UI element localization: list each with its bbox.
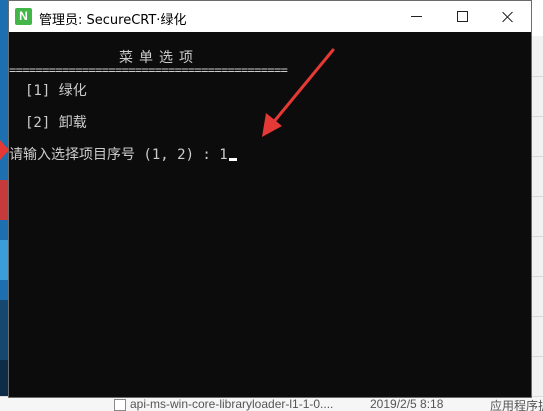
minimize-icon: [410, 16, 422, 17]
close-icon: [502, 11, 514, 23]
menu-option-uninstall: [2] 卸载: [25, 115, 87, 131]
minimize-button[interactable]: [393, 1, 439, 32]
input-prompt-line[interactable]: 请输入选择项目序号 (1, 2) : 1: [9, 144, 237, 164]
maximize-icon: [456, 11, 468, 22]
securecrt-console-window[interactable]: N 管理员: SecureCRT·绿化 菜单选项 ===============…: [8, 0, 532, 398]
desktop-icon-fragment: [0, 180, 8, 220]
desktop-icon-fragment: [0, 300, 8, 360]
menu-separator: ========================================…: [9, 63, 288, 77]
desktop-background-left: [0, 0, 8, 410]
desktop-icon-fragment: [0, 360, 8, 396]
file-type: 应用程序扩: [490, 399, 543, 411]
app-icon: N: [15, 8, 32, 25]
prompt-text: 请输入选择项目序号 (1, 2) :: [9, 147, 220, 163]
maximize-button[interactable]: [439, 1, 485, 32]
text-cursor: [228, 158, 237, 161]
window-title: 管理员: SecureCRT·绿化: [39, 13, 187, 28]
title-bar[interactable]: N 管理员: SecureCRT·绿化: [9, 1, 531, 32]
explorer-file-row[interactable]: api-ms-win-core-libraryloader-l1-1-0....…: [0, 396, 543, 411]
file-date: 2019/2/5 8:18: [370, 397, 444, 411]
file-icon: [114, 399, 126, 411]
close-button[interactable]: [485, 1, 531, 32]
console-area[interactable]: 菜单选项 ===================================…: [9, 32, 531, 397]
desktop-icon-fragment: [0, 240, 8, 280]
menu-option-green: [1] 绿化: [25, 83, 87, 99]
explorer-background-right: [531, 36, 543, 396]
typed-input[interactable]: 1: [219, 147, 227, 163]
file-name[interactable]: api-ms-win-core-libraryloader-l1-1-0....: [130, 397, 333, 411]
